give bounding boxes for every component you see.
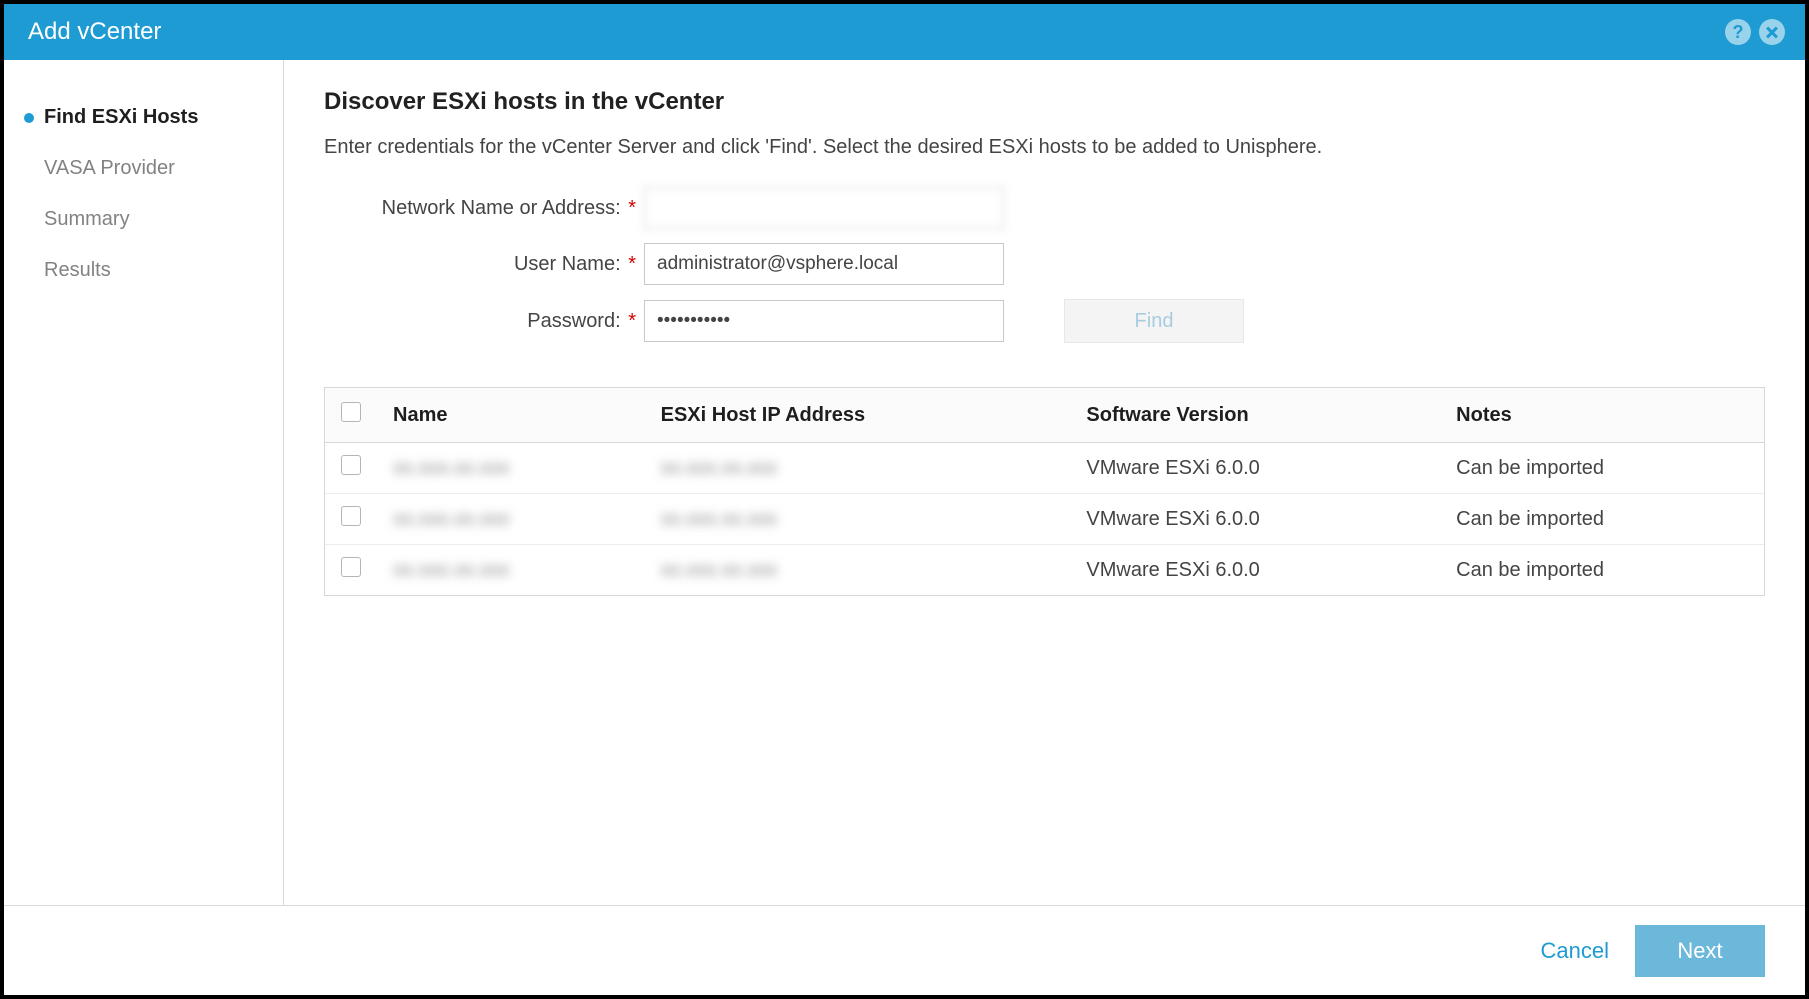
cell-version: VMware ESXi 6.0.0 bbox=[1070, 443, 1440, 494]
next-button[interactable]: Next bbox=[1635, 925, 1765, 977]
password-label: Password: * bbox=[324, 310, 644, 333]
col-ip[interactable]: ESXi Host IP Address bbox=[645, 388, 1071, 443]
cell-notes: Can be imported bbox=[1440, 545, 1764, 596]
step-vasa-provider[interactable]: VASA Provider bbox=[4, 143, 283, 194]
cell-notes: Can be imported bbox=[1440, 494, 1764, 545]
find-button[interactable]: Find bbox=[1064, 299, 1244, 343]
cell-name: xx.xxx.xx.xxx bbox=[393, 559, 510, 581]
close-icon[interactable] bbox=[1759, 19, 1785, 45]
main-panel: Discover ESXi hosts in the vCenter Enter… bbox=[284, 60, 1805, 905]
cell-ip: xx.xxx.xx.xxx bbox=[661, 559, 778, 581]
step-find-esxi-hosts[interactable]: Find ESXi Hosts bbox=[4, 92, 283, 143]
wizard-steps-sidebar: Find ESXi Hosts VASA Provider Summary Re… bbox=[4, 60, 284, 905]
dialog-footer: Cancel Next bbox=[4, 905, 1805, 995]
credentials-form: Network Name or Address: * User Name: * … bbox=[324, 187, 1765, 357]
add-vcenter-dialog: Add vCenter ? Find ESXi Hosts VASA Provi… bbox=[0, 0, 1809, 999]
password-row: Password: * Find bbox=[324, 299, 1765, 343]
help-icon[interactable]: ? bbox=[1725, 19, 1751, 45]
col-notes[interactable]: Notes bbox=[1440, 388, 1764, 443]
step-results[interactable]: Results bbox=[4, 245, 283, 296]
table-header-row: Name ESXi Host IP Address Software Versi… bbox=[325, 388, 1764, 443]
username-label: User Name: * bbox=[324, 253, 644, 276]
table-row[interactable]: xx.xxx.xx.xxx xx.xxx.xx.xxx VMware ESXi … bbox=[325, 545, 1764, 596]
network-address-label: Network Name or Address: * bbox=[324, 197, 644, 220]
esxi-hosts-table: Name ESXi Host IP Address Software Versi… bbox=[325, 388, 1764, 595]
dialog-body: Find ESXi Hosts VASA Provider Summary Re… bbox=[4, 60, 1805, 905]
username-field[interactable] bbox=[644, 243, 1004, 285]
username-row: User Name: * bbox=[324, 243, 1765, 285]
row-checkbox[interactable] bbox=[341, 557, 361, 577]
dialog-title: Add vCenter bbox=[28, 18, 161, 46]
titlebar-icons: ? bbox=[1725, 19, 1785, 45]
row-checkbox[interactable] bbox=[341, 455, 361, 475]
cell-version: VMware ESXi 6.0.0 bbox=[1070, 545, 1440, 596]
cancel-button[interactable]: Cancel bbox=[1541, 938, 1609, 964]
page-instruction: Enter credentials for the vCenter Server… bbox=[324, 136, 1765, 159]
required-mark: * bbox=[623, 253, 636, 275]
network-address-field[interactable] bbox=[644, 187, 1004, 229]
network-address-row: Network Name or Address: * bbox=[324, 187, 1765, 229]
col-version[interactable]: Software Version bbox=[1070, 388, 1440, 443]
step-label: Find ESXi Hosts bbox=[44, 106, 198, 128]
step-summary[interactable]: Summary bbox=[4, 194, 283, 245]
select-all-header bbox=[325, 388, 377, 443]
required-mark: * bbox=[623, 310, 636, 332]
cell-name: xx.xxx.xx.xxx bbox=[393, 508, 510, 530]
table-row[interactable]: xx.xxx.xx.xxx xx.xxx.xx.xxx VMware ESXi … bbox=[325, 443, 1764, 494]
cell-ip: xx.xxx.xx.xxx bbox=[661, 508, 778, 530]
table-row[interactable]: xx.xxx.xx.xxx xx.xxx.xx.xxx VMware ESXi … bbox=[325, 494, 1764, 545]
cell-name: xx.xxx.xx.xxx bbox=[393, 457, 510, 479]
step-label: VASA Provider bbox=[44, 157, 175, 179]
required-mark: * bbox=[623, 197, 636, 219]
cell-version: VMware ESXi 6.0.0 bbox=[1070, 494, 1440, 545]
cell-ip: xx.xxx.xx.xxx bbox=[661, 457, 778, 479]
step-label: Summary bbox=[44, 208, 130, 230]
esxi-hosts-table-wrap: Name ESXi Host IP Address Software Versi… bbox=[324, 387, 1765, 596]
row-checkbox[interactable] bbox=[341, 506, 361, 526]
cell-notes: Can be imported bbox=[1440, 443, 1764, 494]
col-name[interactable]: Name bbox=[377, 388, 645, 443]
page-heading: Discover ESXi hosts in the vCenter bbox=[324, 88, 1765, 116]
dialog-titlebar: Add vCenter ? bbox=[4, 4, 1805, 60]
password-field[interactable] bbox=[644, 300, 1004, 342]
step-label: Results bbox=[44, 259, 111, 281]
select-all-checkbox[interactable] bbox=[341, 402, 361, 422]
